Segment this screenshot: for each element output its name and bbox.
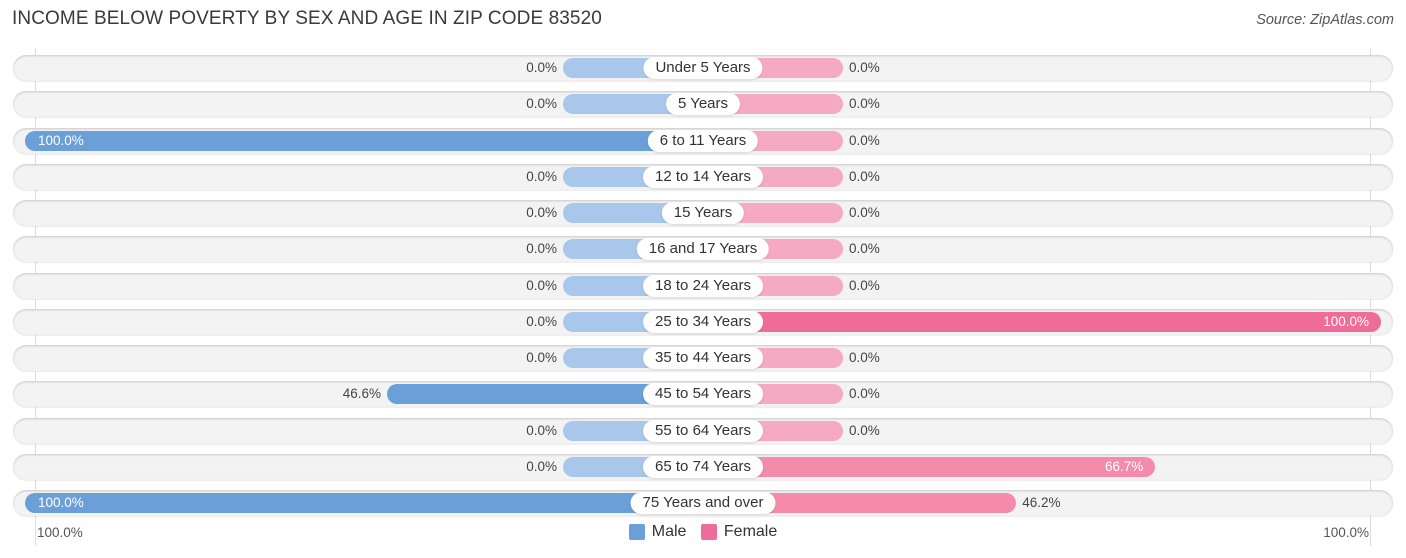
category-label: 12 to 14 Years (643, 166, 763, 188)
value-label-male: 0.0% (526, 350, 557, 365)
value-label-female: 0.0% (849, 205, 880, 220)
legend-item-male: Male (628, 523, 687, 541)
category-label: 65 to 74 Years (643, 456, 763, 478)
value-label-male: 0.0% (526, 314, 557, 329)
value-label-male: 0.0% (526, 459, 557, 474)
value-label-female: 0.0% (849, 133, 880, 148)
value-label-female: 0.0% (849, 60, 880, 75)
legend-label-female: Female (723, 523, 778, 540)
category-label: 25 to 34 Years (643, 311, 763, 333)
legend-label-male: Male (651, 523, 687, 540)
value-label-female: 0.0% (849, 350, 880, 365)
bar-female[interactable] (703, 457, 1156, 477)
chart-title: INCOME BELOW POVERTY BY SEX AND AGE IN Z… (12, 8, 602, 29)
legend-item-female: Female (700, 523, 778, 541)
value-label-female: 46.2% (1022, 495, 1061, 510)
legend-swatch-female (700, 524, 717, 540)
value-label-male: 0.0% (526, 423, 557, 438)
category-label: 45 to 54 Years (643, 383, 763, 405)
legend-swatch-male (628, 524, 645, 540)
bar-male[interactable] (25, 493, 703, 513)
value-label-female: 0.0% (849, 169, 880, 184)
bar-female[interactable] (703, 312, 1381, 332)
category-label: 5 Years (665, 93, 741, 115)
value-label-female: 100.0% (1323, 314, 1369, 329)
category-label: 75 Years and over (630, 492, 776, 514)
category-label: Under 5 Years (643, 57, 763, 79)
category-label: 15 Years (661, 202, 745, 224)
value-label-female: 0.0% (849, 423, 880, 438)
value-label-male: 0.0% (526, 241, 557, 256)
value-label-male: 0.0% (526, 60, 557, 75)
source-label: Source: ZipAtlas.com (1256, 12, 1394, 28)
bar-male[interactable] (25, 131, 703, 151)
value-label-male: 0.0% (526, 278, 557, 293)
value-label-female: 0.0% (849, 278, 880, 293)
value-label-female: 0.0% (849, 96, 880, 111)
category-label: 35 to 44 Years (643, 347, 763, 369)
value-label-male: 100.0% (38, 133, 84, 148)
category-label: 18 to 24 Years (643, 275, 763, 297)
value-label-male: 100.0% (38, 495, 84, 510)
value-label-female: 66.7% (1104, 459, 1144, 474)
value-label-male: 46.6% (342, 386, 382, 401)
category-label: 6 to 11 Years (647, 130, 759, 152)
value-label-female: 0.0% (849, 386, 880, 401)
category-label: 55 to 64 Years (643, 420, 763, 442)
value-label-male: 0.0% (526, 96, 557, 111)
legend: Male Female (0, 523, 1406, 545)
value-label-female: 0.0% (849, 241, 880, 256)
value-label-male: 0.0% (526, 205, 557, 220)
category-label: 16 and 17 Years (636, 238, 770, 260)
value-label-male: 0.0% (526, 169, 557, 184)
